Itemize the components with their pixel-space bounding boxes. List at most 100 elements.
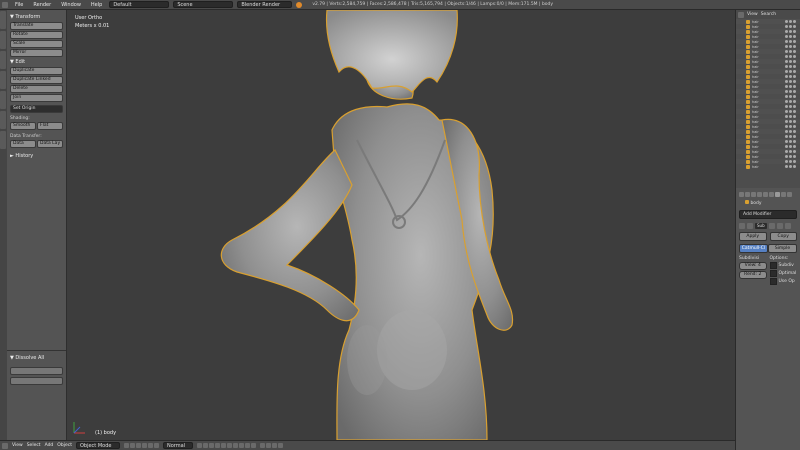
visibility-icons[interactable]	[785, 100, 800, 103]
eye-icon[interactable]	[785, 125, 788, 128]
data-button[interactable]: Data	[10, 140, 36, 148]
visibility-icons[interactable]	[785, 40, 800, 43]
render-icon[interactable]	[793, 125, 796, 128]
rotate-button[interactable]: Rotate	[10, 31, 63, 39]
menu-render[interactable]: Render	[30, 2, 54, 8]
3d-viewport[interactable]: User Ortho Meters x 0.01 (1) body	[67, 10, 735, 440]
render-preview-icon[interactable]	[277, 443, 283, 448]
collapse-icon[interactable]	[739, 223, 745, 229]
visibility-icons[interactable]	[785, 135, 800, 138]
render-icon[interactable]	[793, 130, 796, 133]
menu-window[interactable]: Window	[58, 2, 84, 8]
eye-icon[interactable]	[785, 165, 788, 168]
visibility-icons[interactable]	[785, 65, 800, 68]
eye-icon[interactable]	[785, 75, 788, 78]
delete-button[interactable]: Delete	[10, 85, 63, 93]
render-icon[interactable]	[793, 20, 796, 23]
visibility-icons[interactable]	[785, 125, 800, 128]
cursor-icon[interactable]	[789, 75, 792, 78]
render-icon[interactable]	[793, 155, 796, 158]
manipulator-icon[interactable]	[135, 443, 141, 448]
cursor-icon[interactable]	[789, 35, 792, 38]
duplicate-button[interactable]: Duplicate	[10, 67, 63, 75]
visibility-icons[interactable]	[785, 80, 800, 83]
cursor-icon[interactable]	[789, 100, 792, 103]
eye-icon[interactable]	[785, 130, 788, 133]
tab-grease-pencil[interactable]	[0, 111, 6, 129]
render-icon[interactable]	[793, 145, 796, 148]
duplicate-linked-button[interactable]: Duplicate Linked	[10, 76, 63, 84]
use-opensubdiv-checkbox[interactable]: Use Op	[769, 278, 798, 285]
tab-tools[interactable]	[0, 11, 6, 29]
visibility-icons[interactable]	[785, 130, 800, 133]
render-icon[interactable]	[793, 65, 796, 68]
render-icon[interactable]	[793, 135, 796, 138]
visibility-icons[interactable]	[785, 75, 800, 78]
transform-orientation-dropdown[interactable]: Normal	[162, 442, 193, 449]
eye-icon[interactable]	[785, 55, 788, 58]
menu-object[interactable]: Object	[57, 443, 72, 448]
viewport-toggle-icon[interactable]	[776, 223, 783, 229]
tab-animation[interactable]	[0, 71, 6, 89]
eye-icon[interactable]	[785, 90, 788, 93]
edit-panel-header[interactable]: ▼ Edit	[10, 59, 63, 65]
snap-icon[interactable]	[265, 443, 271, 448]
menu-add[interactable]: Add	[45, 443, 54, 448]
scene-dropdown[interactable]: Scene	[173, 1, 234, 8]
eye-icon[interactable]	[785, 20, 788, 23]
eye-icon[interactable]	[785, 160, 788, 163]
render-icon[interactable]	[793, 100, 796, 103]
outliner-row[interactable]: hair	[736, 164, 800, 169]
material-tab-icon[interactable]	[787, 192, 792, 197]
cursor-icon[interactable]	[789, 60, 792, 63]
cursor-icon[interactable]	[789, 95, 792, 98]
eye-icon[interactable]	[785, 110, 788, 113]
outliner-editor-icon[interactable]	[738, 11, 744, 18]
cursor-icon[interactable]	[789, 55, 792, 58]
render-icon[interactable]	[793, 90, 796, 93]
redo-field-2[interactable]	[10, 377, 63, 385]
render-icon[interactable]	[793, 25, 796, 28]
world-tab-icon[interactable]	[757, 192, 762, 197]
eye-icon[interactable]	[785, 40, 788, 43]
menu-help[interactable]: Help	[88, 2, 105, 8]
render-tab-icon[interactable]	[739, 192, 744, 197]
rotate-manip-icon[interactable]	[147, 443, 153, 448]
visibility-icons[interactable]	[785, 115, 800, 118]
render-icon[interactable]	[793, 115, 796, 118]
modifiers-tab-icon[interactable]	[775, 192, 780, 197]
visibility-icons[interactable]	[785, 155, 800, 158]
eye-icon[interactable]	[785, 115, 788, 118]
layer-7[interactable]	[232, 443, 238, 448]
cursor-icon[interactable]	[789, 120, 792, 123]
outliner-view-menu[interactable]: View	[747, 12, 758, 17]
eye-icon[interactable]	[785, 120, 788, 123]
tab-physics[interactable]	[0, 91, 6, 109]
cursor-icon[interactable]	[789, 50, 792, 53]
eye-icon[interactable]	[785, 145, 788, 148]
visibility-icons[interactable]	[785, 105, 800, 108]
render-icon[interactable]	[793, 120, 796, 123]
eye-icon[interactable]	[785, 45, 788, 48]
cursor-icon[interactable]	[789, 70, 792, 73]
cursor-icon[interactable]	[789, 40, 792, 43]
cursor-icon[interactable]	[789, 110, 792, 113]
editor-type-icon-3d[interactable]	[2, 442, 8, 449]
layer-8[interactable]	[238, 443, 244, 448]
view-levels-field[interactable]: View: 4	[739, 262, 767, 270]
data-layout-button[interactable]: Data Lay	[37, 140, 63, 148]
visibility-icons[interactable]	[785, 90, 800, 93]
render-icon[interactable]	[793, 40, 796, 43]
simple-button[interactable]: Simple	[768, 244, 797, 253]
apply-button[interactable]: Apply	[739, 232, 767, 241]
menu-select[interactable]: Select	[27, 443, 41, 448]
cursor-icon[interactable]	[789, 20, 792, 23]
optimal-display-checkbox[interactable]: Optimal	[769, 270, 798, 277]
tab-relations[interactable]	[0, 51, 6, 69]
render-icon[interactable]	[793, 110, 796, 113]
cursor-icon[interactable]	[789, 80, 792, 83]
layer-3[interactable]	[208, 443, 214, 448]
visibility-icons[interactable]	[785, 45, 800, 48]
constraints-tab-icon[interactable]	[769, 192, 774, 197]
render-icon[interactable]	[793, 50, 796, 53]
